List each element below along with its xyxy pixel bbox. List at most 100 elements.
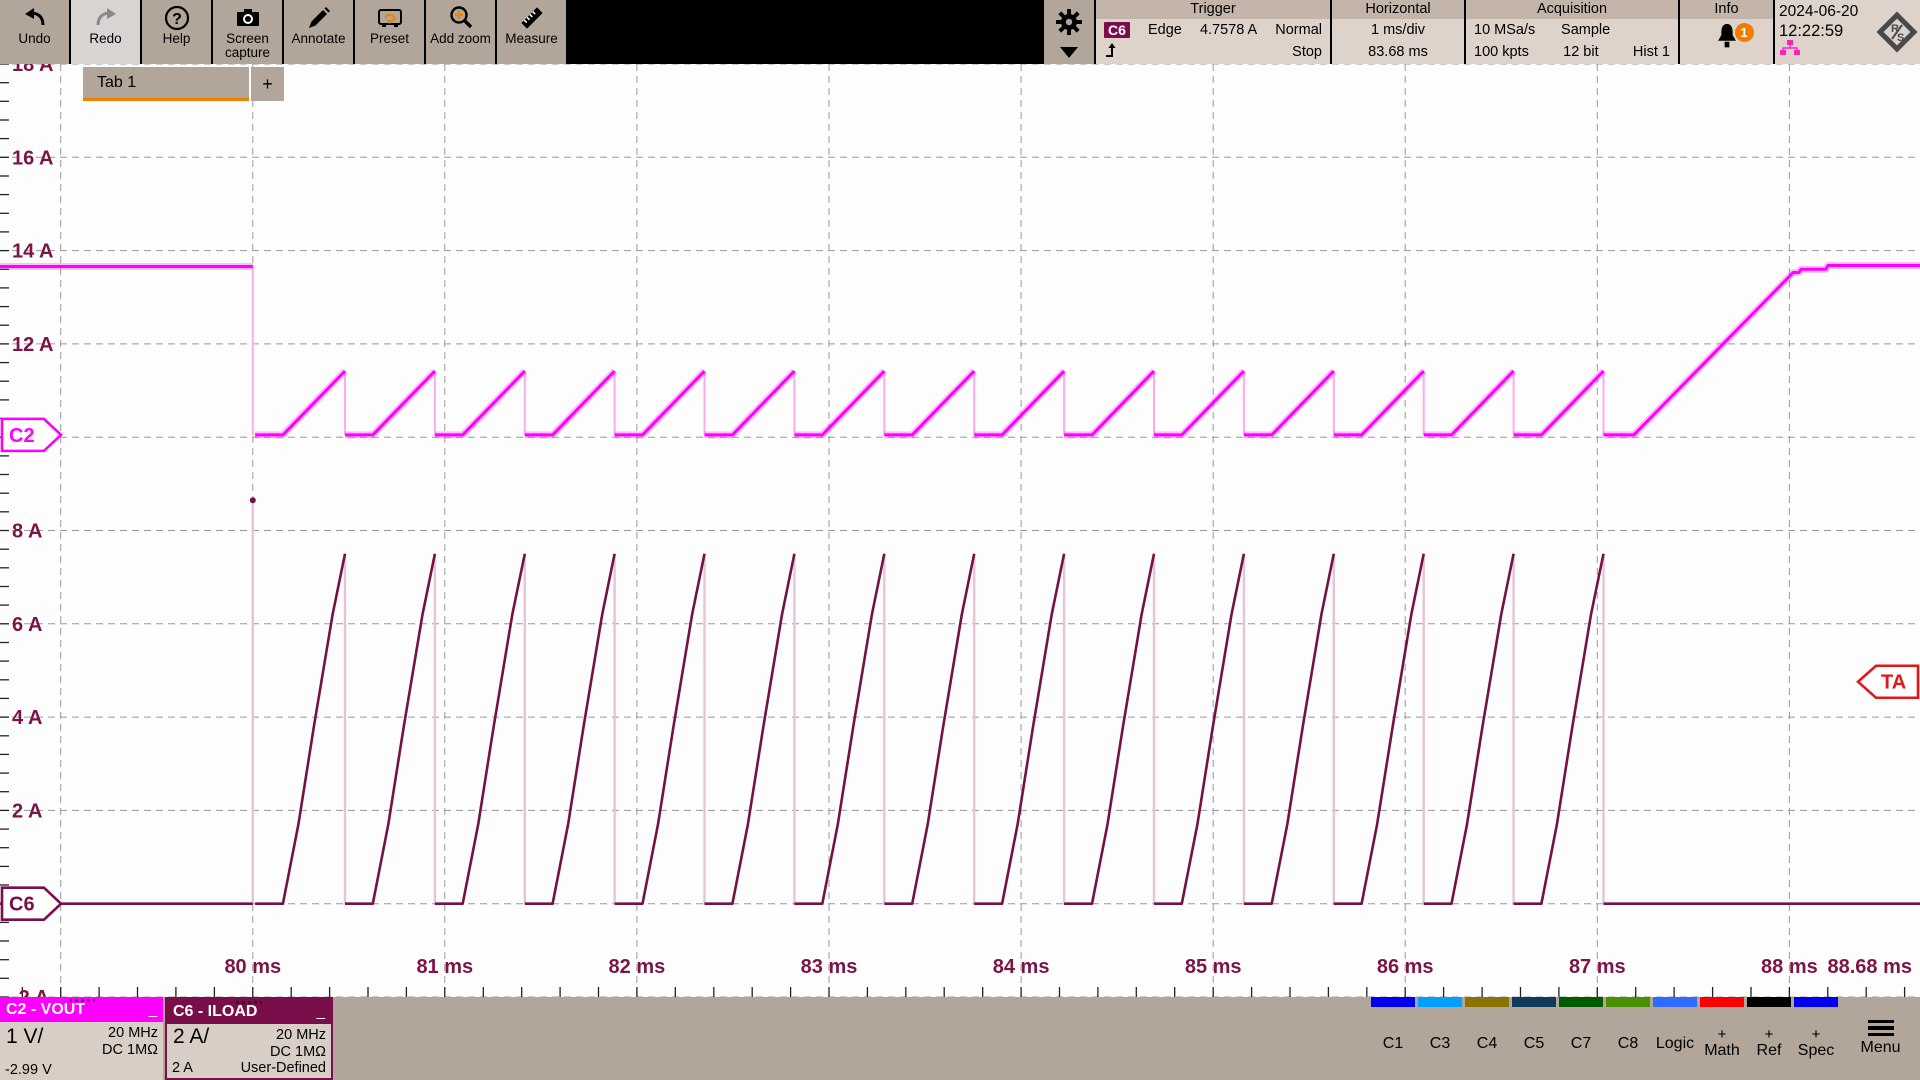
channel-c5-button[interactable]: C5 xyxy=(1512,997,1556,1080)
status-bar: Trigger C6 Edge 4.7578 A Normal Stop Hor… xyxy=(1044,0,1920,64)
c1-label: C1 xyxy=(1383,1035,1403,1053)
measure-button[interactable]: Measure xyxy=(497,0,566,64)
channel-c8-button[interactable]: C8 xyxy=(1606,997,1650,1080)
history-count: Hist 1 xyxy=(1633,44,1670,60)
waveform-display[interactable]: 18 A16 A14 A12 A10 A8 A6 A4 A2 A-2 A80 m… xyxy=(0,64,1920,997)
c2-minimize-button[interactable]: _ xyxy=(149,1001,157,1018)
x-tick-label: 80 ms xyxy=(224,956,281,978)
y-tick-label: 2 A xyxy=(12,800,42,822)
drag-handle-dots xyxy=(69,999,95,1002)
menu-label: Menu xyxy=(1860,1039,1900,1057)
add-ref-button[interactable]: +Ref xyxy=(1747,997,1791,1080)
undo-label: Undo xyxy=(18,32,50,46)
annotate-button[interactable]: Annotate xyxy=(284,0,353,64)
ruler-icon xyxy=(519,4,545,32)
c2-channel-panel[interactable]: C2 - VOUT _ 1 V/ 20 MHz DC 1MΩ -2.99 V xyxy=(0,997,163,1080)
svg-text:?: ? xyxy=(172,11,182,28)
drag-handle-dots xyxy=(236,1001,262,1004)
trigger-source-badge: C6 xyxy=(1104,22,1130,38)
horizontal-panel-title: Horizontal xyxy=(1332,0,1464,19)
spec-label: Spec xyxy=(1798,1042,1834,1060)
annotate-label: Annotate xyxy=(291,32,345,46)
c6-bandwidth: 20 MHz xyxy=(276,1027,326,1043)
pencil-icon xyxy=(306,4,332,32)
c6-minimize-button[interactable]: _ xyxy=(317,1003,325,1020)
y-tick-label: 6 A xyxy=(12,614,42,636)
x-tick-label: 82 ms xyxy=(609,956,666,978)
c2-coupling: DC 1MΩ xyxy=(102,1042,158,1058)
c6-scale: 2 A/ xyxy=(173,1025,209,1049)
help-label: Help xyxy=(163,32,191,46)
zoom-plus-icon xyxy=(448,4,474,32)
plus-icon: + xyxy=(1812,1028,1821,1042)
add-tab-button[interactable]: + xyxy=(251,67,284,101)
trigger-type: Edge xyxy=(1148,22,1182,38)
x-tick-label: 84 ms xyxy=(993,956,1050,978)
tab-bar: Tab 1 + xyxy=(83,67,284,101)
toolbar: Undo Redo ? Help Screen capture xyxy=(0,0,566,64)
record-length: 100 kpts xyxy=(1474,44,1529,60)
c4-label: C4 xyxy=(1477,1035,1497,1053)
math-label: Math xyxy=(1704,1042,1740,1060)
c2-fall-edges xyxy=(253,267,1604,435)
c2-waveform-trace xyxy=(0,266,1920,435)
menu-button[interactable]: Menu xyxy=(1841,997,1920,1080)
y-tick-label: 8 A xyxy=(12,521,42,543)
settings-button[interactable] xyxy=(1044,0,1094,64)
c2-panel-title: C2 - VOUT xyxy=(6,1001,85,1019)
c6-channel-panel[interactable]: C6 - ILOAD _ 2 A/ 20 MHz DC 1MΩ 2 A User… xyxy=(165,997,333,1080)
trigger-state: Stop xyxy=(1292,44,1322,60)
x-tick-label: 83 ms xyxy=(801,956,858,978)
c6-panel-title: C6 - ILOAD xyxy=(173,1003,257,1021)
screen-capture-label: Screen capture xyxy=(214,32,281,60)
c2-offset: -2.99 V xyxy=(5,1062,52,1078)
x-tick-label: 88.68 ms xyxy=(1827,956,1912,978)
redo-button[interactable]: Redo xyxy=(71,0,140,64)
add-math-button[interactable]: +Math xyxy=(1700,997,1744,1080)
acquisition-mode: Sample xyxy=(1561,22,1610,38)
c7-label: C7 xyxy=(1571,1035,1591,1053)
c5-label: C5 xyxy=(1524,1035,1544,1053)
network-icon[interactable] xyxy=(1779,39,1801,62)
acquisition-panel-title: Acquisition xyxy=(1466,0,1678,19)
chevron-down-icon xyxy=(1060,47,1078,58)
preset-icon xyxy=(376,4,404,32)
bottom-bar: C2 - VOUT _ 1 V/ 20 MHz DC 1MΩ -2.99 V C… xyxy=(0,997,1920,1080)
c2-scale: 1 V/ xyxy=(6,1025,43,1049)
x-tick-label: 88 ms xyxy=(1761,956,1818,978)
add-zoom-button[interactable]: Add zoom xyxy=(426,0,495,64)
tab-1[interactable]: Tab 1 xyxy=(83,67,249,101)
trigger-level: 4.7578 A xyxy=(1200,22,1257,38)
add-spec-button[interactable]: +Spec xyxy=(1794,997,1838,1080)
channel-c4-button[interactable]: C4 xyxy=(1465,997,1509,1080)
bell-icon xyxy=(1712,40,1742,57)
screen-capture-button[interactable]: Screen capture xyxy=(213,0,282,64)
horizontal-panel[interactable]: Horizontal 1 ms/div 83.68 ms xyxy=(1332,0,1464,64)
y-tick-label: 16 A xyxy=(12,147,54,169)
trigger-panel[interactable]: Trigger C6 Edge 4.7578 A Normal Stop xyxy=(1096,0,1330,64)
date-display: 2024-06-20 xyxy=(1779,3,1874,21)
rohde-schwarz-logo: RS xyxy=(1874,0,1920,64)
info-panel[interactable]: Info 1 xyxy=(1680,0,1773,64)
channel-c7-button[interactable]: C7 xyxy=(1559,997,1603,1080)
preset-label: Preset xyxy=(370,32,409,46)
c6-marker-label: C6 xyxy=(9,894,35,916)
undo-icon xyxy=(22,4,48,32)
undo-button[interactable]: Undo xyxy=(0,0,69,64)
help-button[interactable]: ? Help xyxy=(142,0,211,64)
horizontal-position: 83.68 ms xyxy=(1368,44,1428,60)
plus-icon: + xyxy=(1718,1028,1727,1042)
ref-label: Ref xyxy=(1757,1042,1782,1060)
measure-label: Measure xyxy=(505,32,558,46)
c2-bandwidth: 20 MHz xyxy=(108,1025,158,1041)
logic-button[interactable]: Logic xyxy=(1653,997,1697,1080)
c3-label: C3 xyxy=(1430,1035,1450,1053)
x-tick-label: 85 ms xyxy=(1185,956,1242,978)
y-tick-label: -2 A xyxy=(12,987,49,997)
acquisition-panel[interactable]: Acquisition 10 MSa/s Sample 100 kpts 12 … xyxy=(1466,0,1678,64)
preset-button[interactable]: Preset xyxy=(355,0,424,64)
channel-c3-button[interactable]: C3 xyxy=(1418,997,1462,1080)
info-panel-title: Info xyxy=(1680,0,1773,19)
c6-waveform-trace xyxy=(0,554,1920,904)
channel-c1-button[interactable]: C1 xyxy=(1371,997,1415,1080)
